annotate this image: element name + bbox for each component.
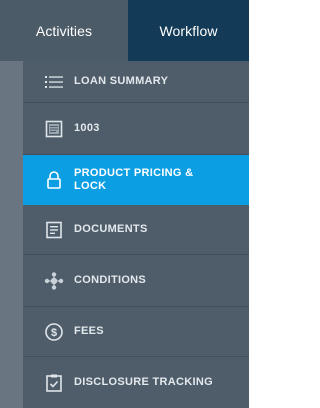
menu-item-label: PRODUCT PRICING & LOCK (74, 166, 194, 192)
menu-item-label: DISCLOSURE TRACKING (74, 376, 213, 388)
menu-item-documents[interactable]: DOCUMENTS (23, 205, 249, 255)
menu-item-label: FEES (74, 325, 104, 337)
menu-item-product-pricing-lock[interactable]: PRODUCT PRICING & LOCK (23, 155, 249, 205)
menu-item-label: 1003 (74, 122, 100, 134)
svg-text:$: $ (51, 327, 57, 339)
menu-item-1003[interactable]: 1003 (23, 103, 249, 155)
list-icon (43, 71, 65, 93)
conditions-icon (43, 270, 65, 292)
workflow-panel: Activities Workflow LOAN SUMMARY 1003 PR… (0, 0, 249, 408)
menu-item-disclosure-tracking[interactable]: DISCLOSURE TRACKING (23, 357, 249, 408)
form-icon (43, 118, 65, 140)
menu-item-label: DOCUMENTS (74, 223, 148, 235)
workflow-menu: LOAN SUMMARY 1003 PRODUCT PRICING & LOCK… (0, 61, 249, 408)
tab-workflow[interactable]: Workflow (128, 0, 249, 61)
lock-icon (43, 169, 65, 191)
tab-activities[interactable]: Activities (0, 0, 128, 61)
tab-workflow-label: Workflow (159, 22, 218, 39)
menu-item-fees[interactable]: $ FEES (23, 307, 249, 357)
clipboard-check-icon (43, 372, 65, 394)
menu-item-label: LOAN SUMMARY (74, 75, 169, 87)
menu-item-conditions[interactable]: CONDITIONS (23, 255, 249, 307)
menu-item-loan-summary[interactable]: LOAN SUMMARY (23, 61, 249, 103)
tab-bar: Activities Workflow (0, 0, 249, 61)
tab-activities-label: Activities (35, 22, 93, 39)
document-icon (43, 219, 65, 241)
menu-item-label: CONDITIONS (74, 274, 147, 286)
dollar-circle-icon: $ (43, 321, 65, 343)
